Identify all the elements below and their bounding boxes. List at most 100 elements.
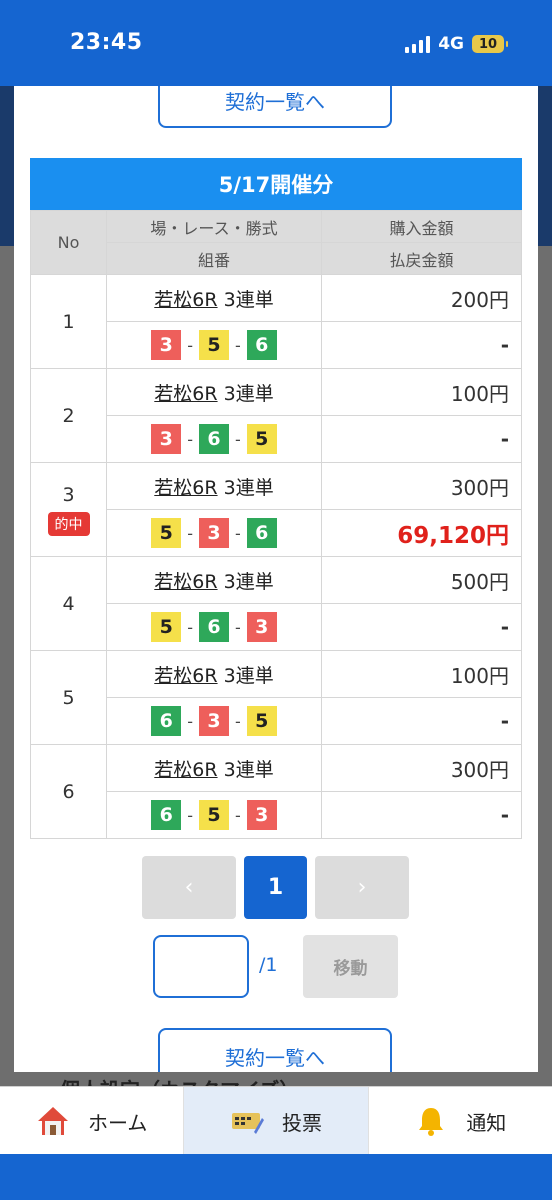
payout-amount: 69,120円	[321, 509, 522, 557]
combo-dash: -	[187, 805, 193, 825]
purchase-amount: 100円	[321, 368, 522, 416]
combo-dash: -	[235, 805, 241, 825]
tab-notifications-label: 通知	[466, 1110, 507, 1135]
table-row: 3 的中 若松6R 3連単 300円	[30, 462, 522, 557]
combo-dash: -	[187, 429, 193, 449]
bottom-strip	[0, 1154, 552, 1200]
status-indicators: 4G 10	[405, 34, 508, 54]
header-purchase: 購入金額	[321, 210, 522, 243]
combo-dash: -	[187, 523, 193, 543]
header-payout: 払戻金額	[321, 242, 522, 275]
bet-type: 3連単	[223, 288, 274, 311]
network-type: 4G	[438, 34, 464, 54]
combination: 6-3-5	[107, 706, 321, 736]
battery-level: 10	[478, 36, 498, 52]
bet-type: 3連単	[223, 570, 274, 593]
combination: 3-6-5	[107, 424, 321, 454]
total-pages: /1	[259, 954, 278, 976]
row-number: 4	[62, 592, 75, 615]
row-number-cell: 4	[30, 556, 107, 651]
race-venue-link[interactable]: 若松6R	[154, 289, 217, 311]
back-to-contract-list-button-top[interactable]: 契約一覧へ	[158, 86, 392, 128]
boat-number-badge: 5	[246, 706, 277, 736]
combo-dash: -	[235, 335, 241, 355]
payout-amount: -	[321, 697, 522, 745]
row-number-cell: 2	[30, 368, 107, 463]
race-cell: 若松6R 3連単	[106, 556, 322, 604]
row-number-cell: 1	[30, 274, 107, 369]
table-row: 1 若松6R 3連単 200円	[30, 274, 522, 369]
boat-number-badge: 3	[199, 706, 229, 736]
payout-amount: -	[321, 603, 522, 651]
race-venue-link[interactable]: 若松6R	[154, 571, 217, 593]
boat-number-badge: 6	[246, 330, 277, 360]
combo-dash: -	[235, 523, 241, 543]
table-row: 5 若松6R 3連単 100円	[30, 650, 522, 745]
combo-cell: 5-6-3	[106, 603, 322, 651]
pagination: ‹ 1 ›	[142, 856, 409, 919]
combo-cell: 5-3-6	[106, 509, 322, 557]
boat-number-badge: 3	[246, 612, 277, 642]
signal-icon	[405, 35, 431, 53]
combo-dash: -	[187, 711, 193, 731]
next-page-button[interactable]: ›	[315, 856, 409, 919]
current-page-button[interactable]: 1	[244, 856, 307, 919]
boat-number-badge: 6	[199, 424, 229, 454]
combination: 3-5-6	[107, 330, 321, 360]
tab-vote[interactable]: 投票	[184, 1087, 369, 1155]
purchase-amount: 100円	[321, 650, 522, 698]
boat-number-badge: 3	[199, 518, 229, 548]
header-race: 場・レース・勝式	[106, 210, 322, 243]
bet-table: No 場・レース・勝式 購入金額 組番 払戻金額 1 若松6R 3連単 200円…	[30, 210, 522, 839]
boat-number-badge: 5	[199, 800, 229, 830]
session-title: 5/17開催分	[30, 158, 522, 210]
boat-number-badge: 3	[246, 800, 277, 830]
combo-dash: -	[235, 617, 241, 637]
bell-icon	[419, 1108, 444, 1136]
row-number: 3	[62, 483, 75, 506]
boat-number-badge: 6	[199, 612, 229, 642]
boat-number-badge: 3	[151, 424, 182, 454]
contract-detail-modal: 契約一覧へ 5/17開催分 No 場・レース・勝式 購入金額 組番 払戻金額 1	[14, 86, 538, 1072]
prev-page-button[interactable]: ‹	[142, 856, 236, 919]
combo-dash: -	[235, 711, 241, 731]
combo-cell: 6-3-5	[106, 697, 322, 745]
race-venue-link[interactable]: 若松6R	[154, 665, 217, 687]
row-number-cell: 5	[30, 650, 107, 745]
bet-type: 3連単	[223, 664, 274, 687]
row-number: 6	[62, 780, 75, 803]
boat-number-badge: 6	[246, 518, 277, 548]
move-page-button[interactable]: 移動	[303, 935, 398, 998]
tab-home-label: ホーム	[87, 1110, 148, 1135]
background-settings-label: 個人設定（カスタマイズ）	[60, 1074, 299, 1086]
status-time: 23:45	[70, 30, 143, 55]
page-number-input[interactable]	[153, 935, 249, 998]
race-venue-link[interactable]: 若松6R	[154, 477, 217, 499]
race-cell: 若松6R 3連単	[106, 462, 322, 510]
header-combo: 組番	[106, 242, 322, 275]
ticket-pencil-icon	[231, 1113, 264, 1134]
back-to-contract-list-button-bottom[interactable]: 契約一覧へ	[158, 1028, 392, 1072]
combination: 6-5-3	[107, 800, 321, 830]
bottom-tab-bar: ホーム 投票 通知	[0, 1086, 552, 1155]
hit-badge: 的中	[47, 511, 90, 536]
boat-number-badge: 5	[199, 330, 229, 360]
boat-number-badge: 5	[151, 518, 182, 548]
purchase-amount: 200円	[321, 274, 522, 322]
purchase-amount: 500円	[321, 556, 522, 604]
row-number-cell: 3 的中	[30, 462, 107, 557]
race-venue-link[interactable]: 若松6R	[154, 383, 217, 405]
combination: 5-6-3	[107, 612, 321, 642]
tab-notifications[interactable]: 通知	[369, 1087, 552, 1155]
payout-amount: -	[321, 321, 522, 369]
purchase-amount: 300円	[321, 744, 522, 792]
tab-home[interactable]: ホーム	[0, 1087, 185, 1155]
status-bar: 23:45 4G 10	[0, 0, 552, 86]
table-row: 6 若松6R 3連単 300円	[30, 744, 522, 839]
boat-number-badge: 6	[151, 706, 182, 736]
boat-number-badge: 5	[246, 424, 277, 454]
purchase-amount: 300円	[321, 462, 522, 510]
bet-table-wrapper: 5/17開催分 No 場・レース・勝式 購入金額 組番 払戻金額 1 若松6R	[30, 158, 522, 839]
race-venue-link[interactable]: 若松6R	[154, 759, 217, 781]
table-row: 4 若松6R 3連単 500円	[30, 556, 522, 651]
